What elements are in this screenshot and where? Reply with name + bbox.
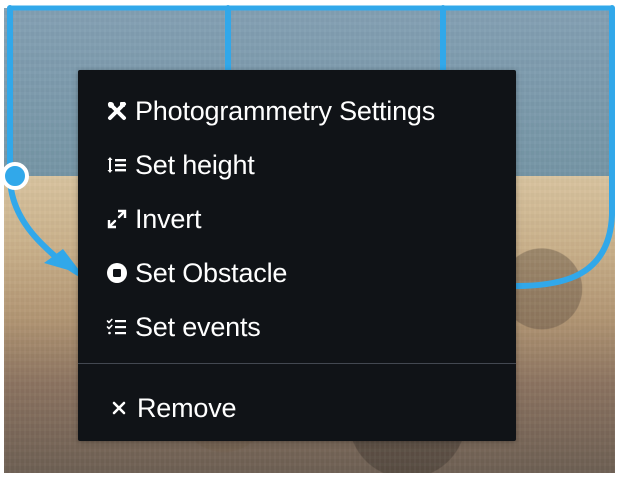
waypoint-handle[interactable]: [1, 162, 29, 190]
invert-item[interactable]: Invert: [78, 196, 516, 242]
height-list-icon: [106, 154, 128, 176]
circle-stop-icon: [106, 262, 128, 284]
route-right-segment: [513, 5, 615, 289]
remove-label: Remove: [137, 392, 237, 423]
context-menu: Photogrammetry Settings Set height Inver…: [78, 70, 516, 441]
menu-divider: [78, 363, 516, 364]
set-obstacle-item[interactable]: Set Obstacle: [78, 250, 516, 296]
checklist-icon: [106, 316, 128, 338]
set-events-item[interactable]: Set events: [78, 304, 516, 350]
map-view: Photogrammetry Settings Set height Inver…: [0, 0, 617, 477]
set-height-item[interactable]: Set height: [78, 142, 516, 188]
route-left-segment: [7, 5, 87, 279]
close-icon: [108, 397, 130, 419]
set-events-label: Set events: [135, 311, 261, 342]
expand-arrows-icon: [106, 208, 128, 230]
photogrammetry-settings-label: Photogrammetry Settings: [135, 95, 436, 126]
tools-icon: [106, 100, 128, 122]
set-height-label: Set height: [135, 149, 255, 180]
remove-item[interactable]: Remove: [78, 385, 516, 431]
photogrammetry-settings-item[interactable]: Photogrammetry Settings: [78, 88, 516, 134]
invert-label: Invert: [135, 203, 202, 234]
set-obstacle-label: Set Obstacle: [135, 257, 288, 288]
